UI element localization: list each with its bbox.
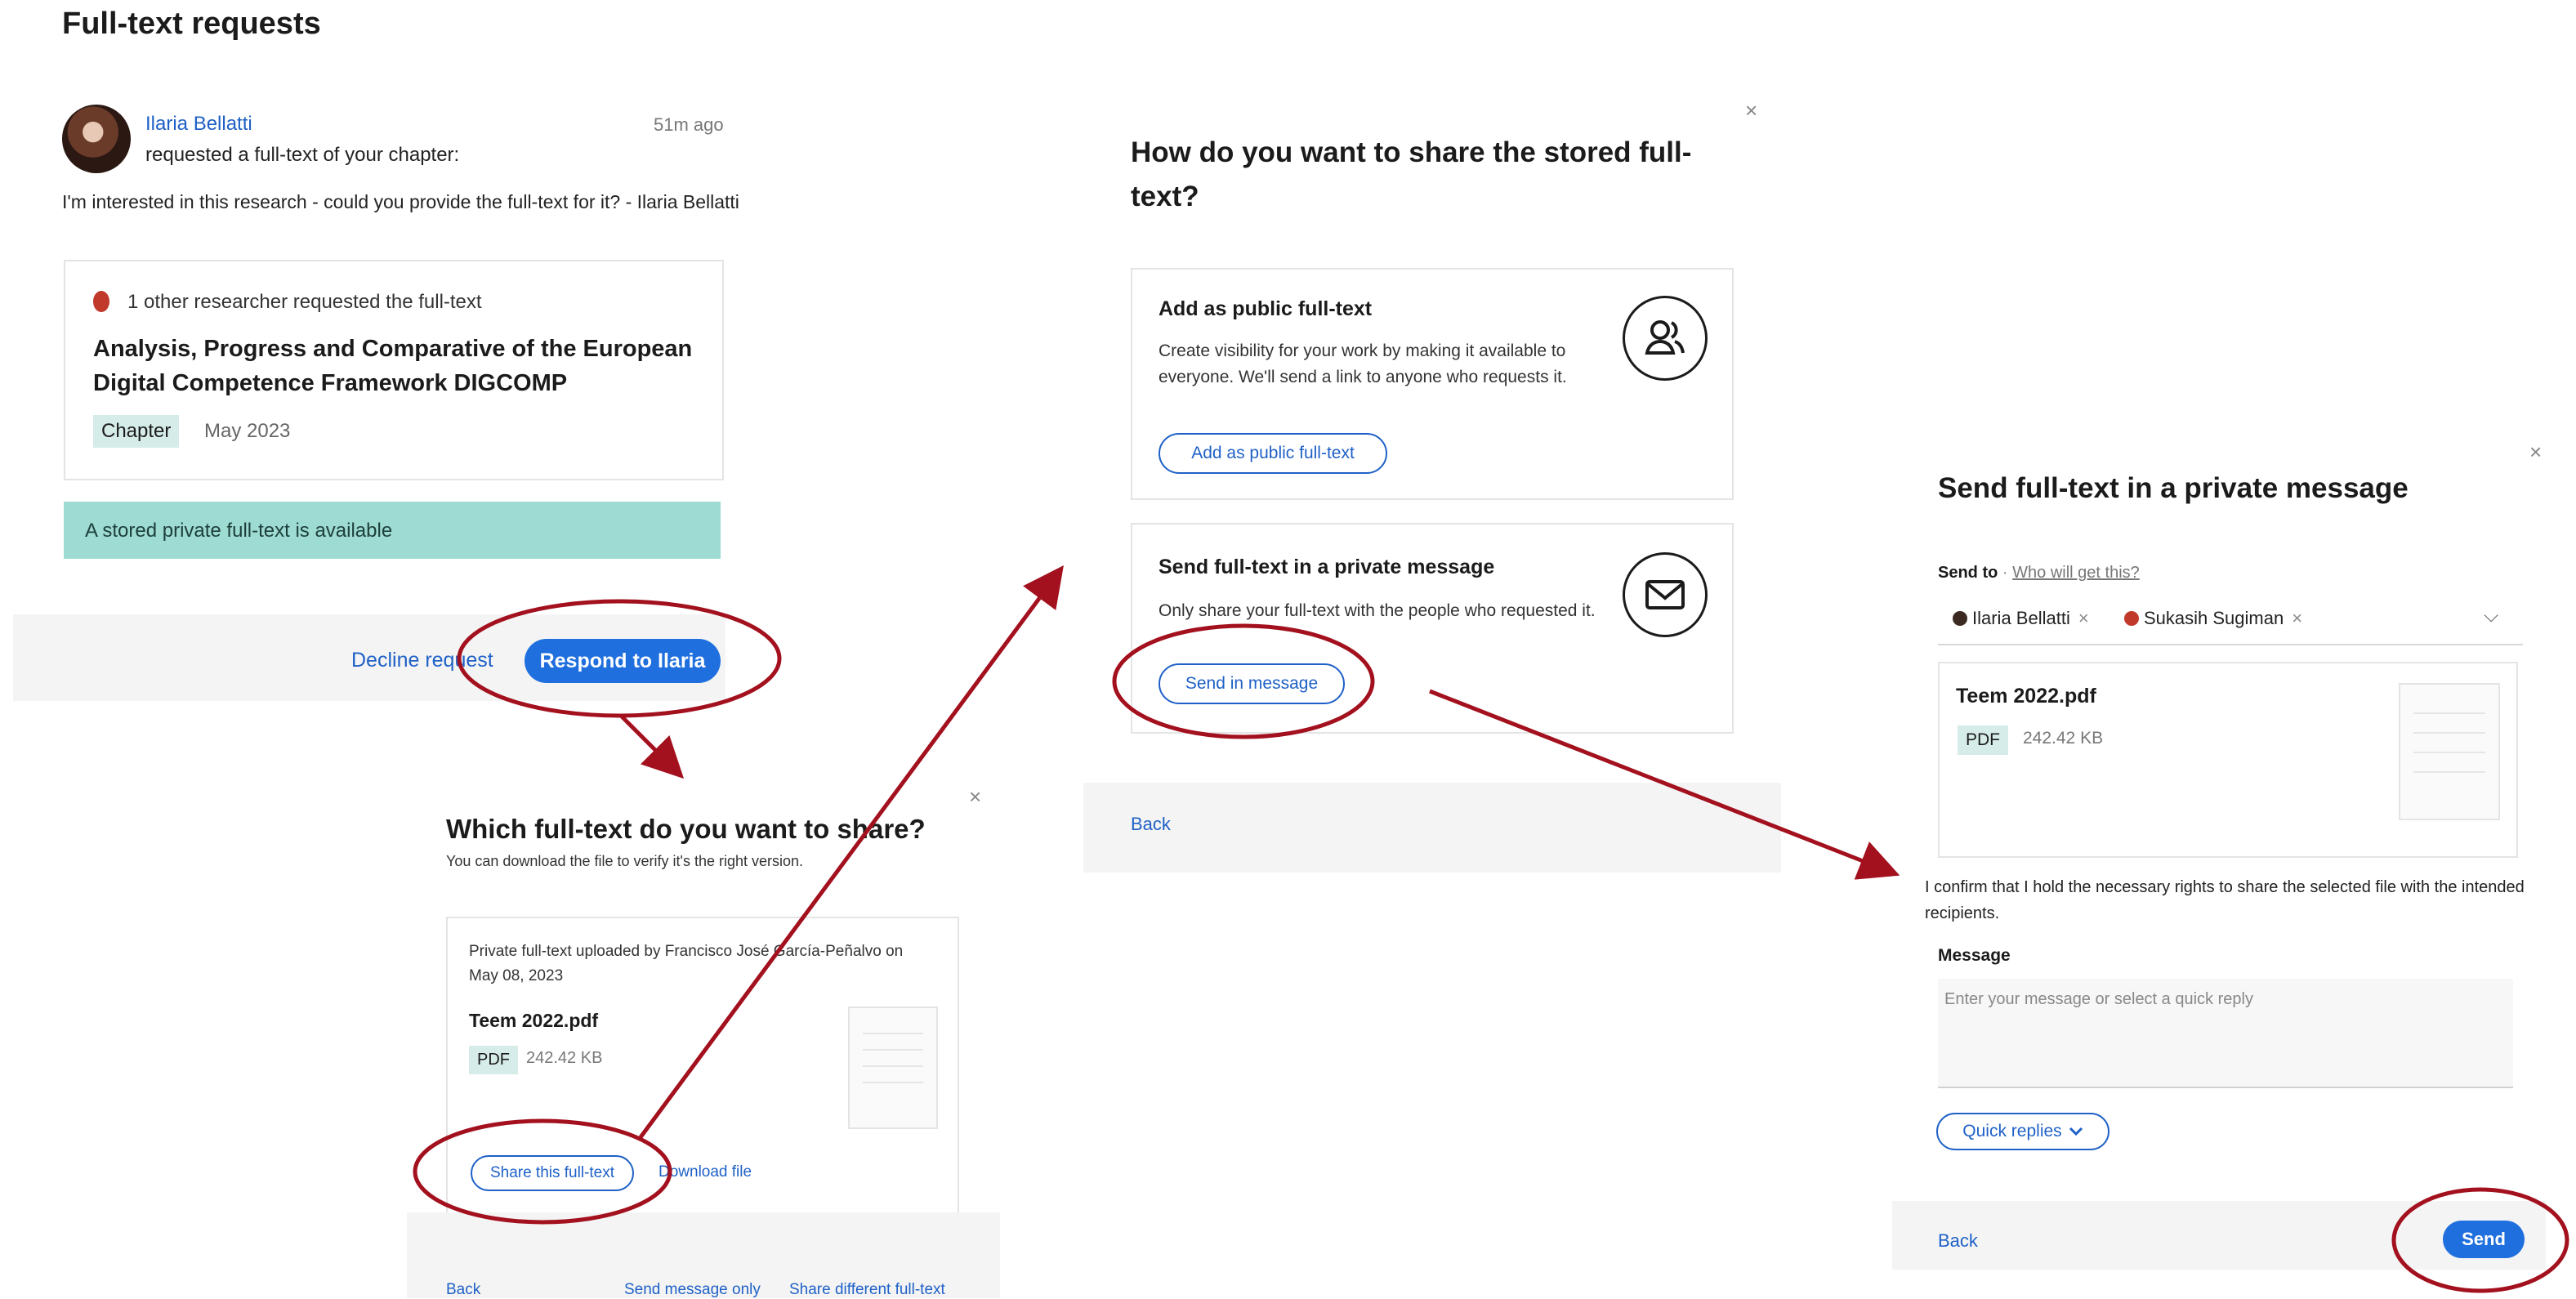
highlight-ellipse [457, 599, 782, 718]
annotation-arrow [619, 714, 685, 779]
annotation-arrow [638, 565, 1064, 1139]
highlight-ellipse [1112, 623, 1375, 739]
annotation-arrow [1429, 689, 1900, 880]
highlight-ellipse [413, 1118, 672, 1225]
highlight-ellipse [2391, 1187, 2569, 1293]
annotation-overlay [413, 565, 2569, 1293]
